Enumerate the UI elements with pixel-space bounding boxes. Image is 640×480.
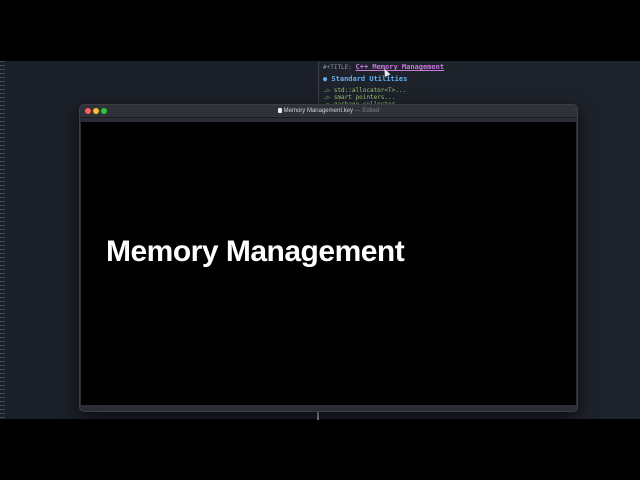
window-bottom-bar: [80, 405, 577, 411]
window-title: Memory Management.key — Edited: [80, 106, 577, 116]
window-title-text: Memory Management.key: [283, 108, 353, 114]
editor-heading[interactable]: ● Standard Utilities: [323, 75, 407, 83]
editor-title-text[interactable]: C++ Memory Management: [356, 63, 445, 71]
window-status: — Edited: [354, 108, 380, 114]
keynote-window[interactable]: Memory Management.key — Edited Memory Ma…: [79, 104, 578, 412]
left-ruler: [0, 61, 5, 419]
slide-canvas[interactable]: Memory Management: [81, 122, 576, 405]
slide-title[interactable]: Memory Management: [106, 235, 405, 269]
editor-list-item[interactable]: .▷ std::allocator<T>...: [323, 87, 406, 94]
editor-list-item[interactable]: .▷ smart pointers...: [323, 94, 395, 101]
document-icon: [277, 107, 282, 113]
window-titlebar[interactable]: Memory Management.key — Edited: [80, 105, 577, 118]
editor-title-prefix: #+TITLE:: [323, 64, 352, 71]
